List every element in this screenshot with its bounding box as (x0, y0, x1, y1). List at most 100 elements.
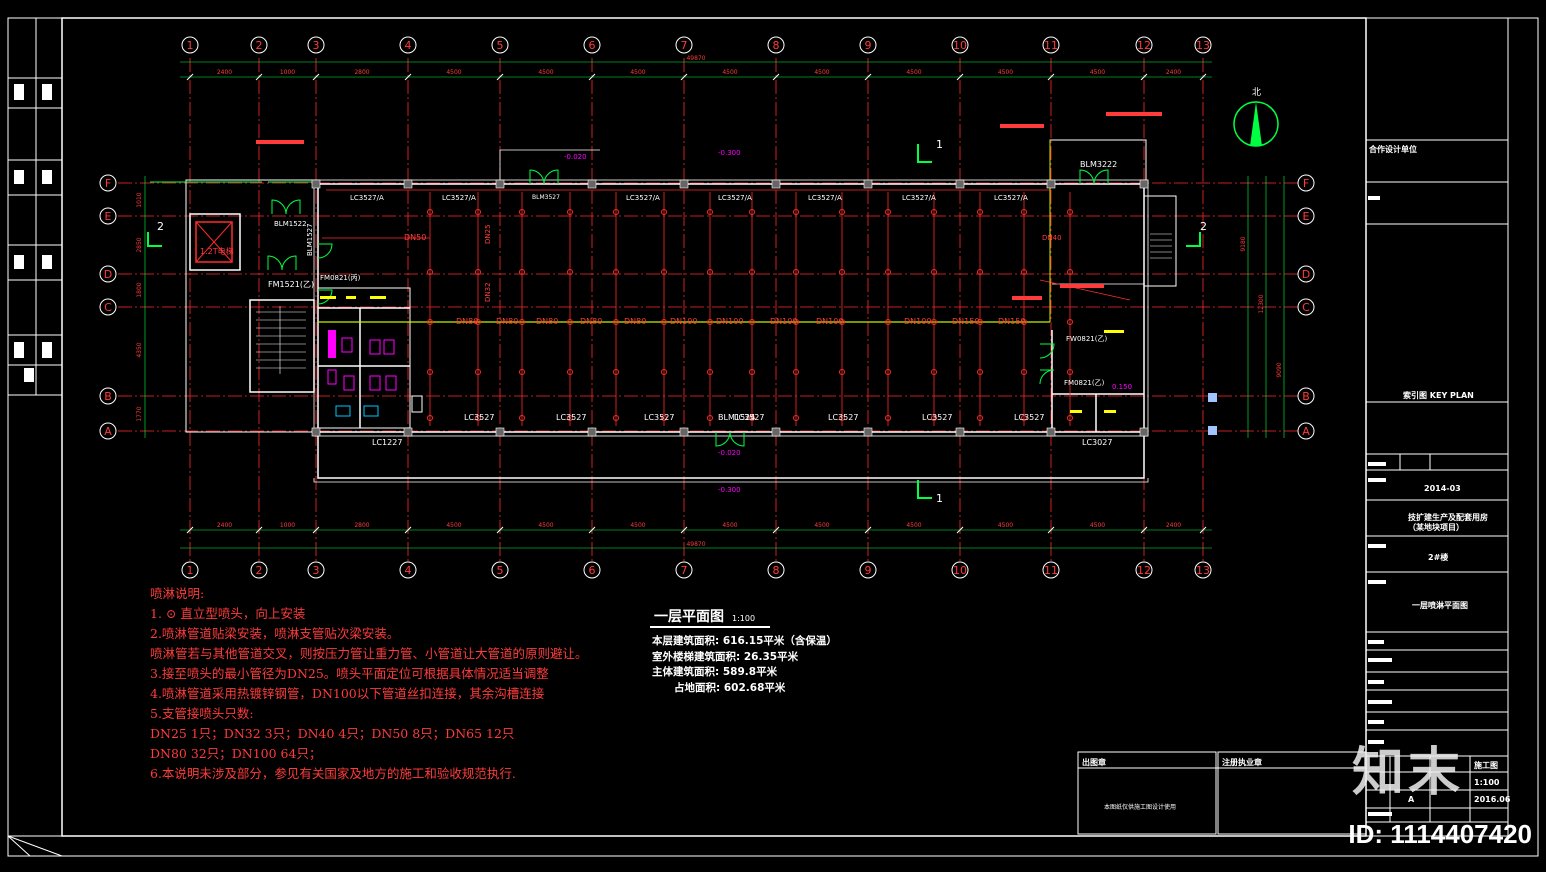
dim-text: 2400 (1166, 69, 1181, 76)
axis-label: 4 (405, 39, 412, 52)
note-line: DN25 1只；DN32 3只；DN40 4只；DN50 8只；DN65 12只 (150, 726, 515, 741)
axis-label: D (104, 268, 112, 281)
window-label: LC3527/A (718, 194, 752, 202)
column (863, 179, 873, 189)
dim-text: 4500 (1090, 69, 1105, 76)
column (1139, 179, 1149, 189)
window-label: LC3527/A (994, 194, 1028, 202)
axis-label: A (1302, 425, 1310, 438)
column (955, 179, 965, 189)
window-label: BLM1524 (718, 413, 755, 422)
dim-text: 1770 (136, 406, 143, 421)
column (771, 179, 781, 189)
dim-text: 1800 (136, 282, 143, 297)
tb-seal-box: 注册执业章 (1222, 758, 1262, 767)
notes-title: 喷淋说明: (150, 586, 205, 601)
pipe-label: DN100 (816, 317, 843, 326)
section-mark-label: 2 (1200, 220, 1207, 233)
watermark-id: ID: 1114407420 (1348, 819, 1532, 849)
axis-label: F (1303, 177, 1309, 190)
plan-title-text: 一层平面图 (654, 609, 724, 625)
axis-label: 13 (1196, 564, 1210, 577)
dim-text: 1000 (280, 69, 295, 76)
note-line: 1. ⊙ 直立型喷头，向上安装 (150, 606, 306, 621)
axis-label: B (1302, 390, 1310, 403)
dim-text: 2800 (354, 522, 369, 529)
plan-scale: 1:100 (732, 614, 756, 623)
axis-label: 9 (865, 39, 872, 52)
dim-text: 4500 (538, 522, 553, 529)
column (679, 179, 689, 189)
note-line: DN80 32只；DN100 64只； (150, 746, 322, 761)
column (771, 427, 781, 437)
axis-label: 5 (497, 39, 504, 52)
dim-total: 49870 (686, 541, 705, 548)
dim-text: 4500 (630, 69, 645, 76)
structural-columns (311, 179, 1149, 437)
axis-label: A (104, 425, 112, 438)
column (863, 427, 873, 437)
dim-text: 4500 (998, 522, 1013, 529)
note-line: 6.本说明未涉及部分，参见有关国家及地方的施工和验收规范执行. (150, 766, 516, 781)
column (679, 427, 689, 437)
axis-label: E (105, 210, 112, 223)
axis-label: 11 (1044, 39, 1058, 52)
column (587, 179, 597, 189)
dim-text: 4500 (538, 69, 553, 76)
column (495, 427, 505, 437)
pipe-label: DN100 (716, 317, 743, 326)
column (1046, 179, 1056, 189)
window-label: LC3527/A (902, 194, 936, 202)
room-label-mark (1104, 330, 1124, 333)
dim-text: 12300 (1258, 294, 1265, 313)
column (955, 427, 965, 437)
room-label-mark (320, 296, 336, 299)
sprinkler-notes: 喷淋说明: 1. ⊙ 直立型喷头，向上安装 2.喷淋管道贴梁安装，喷淋支管贴次梁… (150, 584, 588, 784)
column (1139, 427, 1149, 437)
window-label: LC1227 (372, 438, 402, 447)
window-label: LC3527 (644, 413, 674, 422)
pipe-label: DN32 (484, 282, 492, 302)
axis-label: 6 (589, 564, 596, 577)
column (1046, 427, 1056, 437)
compass-label: 北 (1252, 87, 1261, 98)
stat-line: 室外楼梯建筑面积: 26.35平米 (652, 650, 799, 663)
dim-text: 2400 (217, 69, 232, 76)
dim-text: 4500 (630, 522, 645, 529)
tb-building: 2#楼 (1428, 553, 1449, 562)
door-label: FM0821(丙) (320, 274, 361, 282)
tb-annotation: 本图纸仅供施工图设计使用 (1104, 804, 1177, 811)
axis-label: 3 (313, 564, 320, 577)
annotation-mark (256, 140, 304, 144)
door-label: FW0821(乙) (1066, 335, 1107, 343)
axis-label: 2 (256, 564, 263, 577)
stat-line: 本层建筑面积: 616.15平米（含保温） (652, 635, 837, 647)
pipe-label: DN100 (670, 317, 697, 326)
tb-drawing-title: 一层喷淋平面图 (1412, 601, 1468, 610)
plan-title-underline (650, 626, 770, 628)
room-label-mark (346, 296, 356, 299)
dim-text: 9090 (1276, 362, 1283, 377)
watermark-logo: 知末 (1352, 743, 1465, 803)
dim-text: 4500 (998, 69, 1013, 76)
window-label: LC3527 (556, 413, 586, 422)
pipe-label: DN50 (404, 233, 426, 242)
level-label: -0.300 (718, 149, 741, 157)
dim-text: 4500 (722, 69, 737, 76)
stat-line: 占地面积: 602.68平米 (674, 681, 786, 694)
section-mark-label: 2 (157, 220, 164, 233)
axis-gridlines-horizontal: F F E E D D C C B B A A (99, 174, 1315, 440)
tb-phase: 施工图 (1474, 761, 1498, 770)
pipe-label: DN100 (770, 317, 797, 326)
axis-label: 1 (187, 564, 194, 577)
level-label: 0.150 (1112, 383, 1132, 391)
axis-label: 7 (681, 39, 688, 52)
pipe-label: DN40 (1042, 234, 1062, 242)
window-label: LC3527 (464, 413, 494, 422)
left-margin-strip (8, 18, 62, 837)
door-label: BLM3222 (1080, 160, 1117, 169)
window-label: LC3527/A (626, 194, 660, 202)
pipe-label: DN25 (484, 224, 492, 244)
stair-right (1150, 233, 1172, 259)
dim-text: 4500 (446, 522, 461, 529)
